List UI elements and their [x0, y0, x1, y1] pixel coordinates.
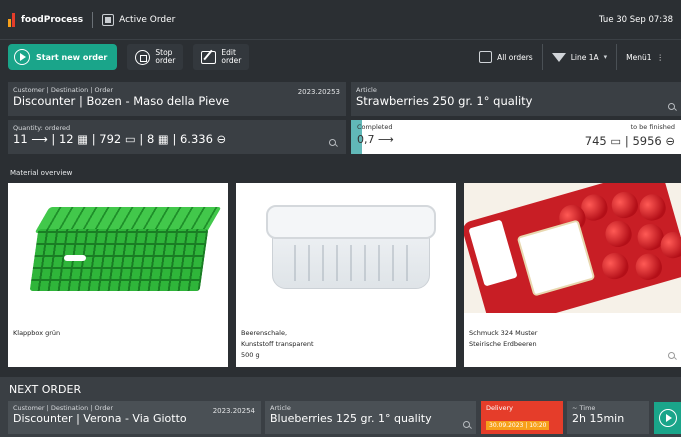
title-bar: foodProcess Active Order Tue 30 Sep 07:3… — [0, 0, 681, 40]
start-next-order-button[interactable] — [654, 402, 681, 434]
strawberry-pack-image — [464, 183, 681, 313]
quantity-panel[interactable]: Quantity: ordered 11 ⟶ | 12 ▦ | 792 ▭ | … — [8, 120, 346, 154]
next-article-panel[interactable]: Article Blueberries 125 gr. 1° quality — [265, 401, 476, 434]
stop-order-button[interactable]: Stop order — [127, 44, 184, 70]
material-caption: Klappbox grün — [13, 328, 60, 339]
article-label: Article — [356, 86, 377, 94]
completed-label: Completed — [357, 123, 393, 131]
more-vertical-icon: ⋮ — [656, 52, 665, 62]
completion-progress: Completed 0,7 ⟶ to be finished 745 ▭ | 5… — [351, 120, 681, 154]
next-time-panel: ~ Time 2h 15min — [567, 401, 649, 434]
zoom-icon[interactable] — [329, 139, 336, 146]
orders-icon — [479, 51, 493, 63]
material-caption-line: Steirische Erdbeeren — [469, 340, 537, 348]
order-icon — [102, 13, 115, 26]
next-customer-panel: Customer | Destination | Order Discounte… — [8, 401, 261, 434]
tray-image — [236, 183, 456, 313]
edit-order-label-2: order — [221, 56, 242, 65]
delivery-label: Delivery — [486, 404, 513, 412]
menu-button[interactable]: Menü1 ⋮ — [616, 44, 673, 70]
material-card[interactable]: Beerenschale, Kunststoff transparent 500… — [236, 183, 456, 367]
material-card[interactable]: Schmuck 324 Muster Steirische Erdbeeren — [464, 183, 681, 367]
app-window: foodProcess Active Order Tue 30 Sep 07:3… — [0, 0, 681, 437]
edit-icon — [201, 50, 217, 64]
article-value: Strawberries 250 gr. 1° quality — [356, 94, 533, 108]
material-caption-line: Beerenschale, — [241, 329, 288, 337]
customer-value: Discounter | Bozen - Maso della Pieve — [13, 94, 230, 108]
quantity-label: Quantity: ordered — [13, 124, 71, 132]
material-caption-line: Kunststoff transparent — [241, 340, 314, 348]
next-order-title: NEXT ORDER — [9, 383, 82, 396]
logo-bars-icon — [8, 12, 15, 27]
zoom-icon[interactable] — [668, 103, 675, 110]
time-value: 2h 15min — [572, 412, 625, 425]
all-orders-label: All orders — [497, 52, 533, 62]
customer-panel: Customer | Destination | Order Discounte… — [8, 82, 346, 116]
filter-icon — [551, 52, 566, 62]
material-overview-title: Material overview — [10, 169, 73, 177]
material-caption: Beerenschale, Kunststoff transparent 500… — [241, 328, 314, 361]
line-select[interactable]: Line 1A ▾ — [541, 44, 616, 70]
next-article-label: Article — [270, 404, 291, 412]
zoom-icon[interactable] — [668, 352, 675, 359]
start-new-order-button[interactable]: Start new order — [8, 44, 118, 70]
menu-label: Menü1 — [626, 52, 652, 62]
crate-image — [8, 183, 228, 313]
play-icon — [659, 409, 677, 427]
screen-title: Active Order — [119, 14, 176, 25]
customer-label: Customer | Destination | Order — [13, 86, 113, 94]
edit-order-button[interactable]: Edit order — [193, 44, 250, 70]
brand-name: foodProcess — [21, 14, 84, 25]
quantity-value: 11 ⟶ | 12 ▦ | 792 ▭ | 8 ▦ | 6.336 ⊖ — [13, 132, 227, 146]
zoom-icon[interactable] — [463, 421, 470, 428]
to-finish-value: 745 ▭ | 5956 ⊖ — [584, 134, 675, 148]
material-caption-line: Schmuck 324 Muster — [469, 329, 538, 337]
to-finish-label: to be finished — [630, 123, 675, 131]
order-number: 2023.20253 — [297, 88, 340, 96]
play-icon — [14, 49, 30, 65]
all-orders-button[interactable]: All orders — [470, 44, 542, 70]
article-panel[interactable]: Article Strawberries 250 gr. 1° quality — [351, 82, 681, 116]
delivery-date-badge: 30.09.2023 | 10:20 — [486, 421, 550, 430]
time-label: ~ Time — [572, 404, 596, 412]
stop-icon — [135, 49, 151, 65]
material-caption: Schmuck 324 Muster Steirische Erdbeeren — [469, 328, 537, 350]
stop-order-label-2: order — [155, 56, 176, 65]
next-order-number: 2023.20254 — [212, 407, 255, 415]
app-logo: foodProcess — [8, 12, 84, 27]
toolbar: Start new order Stop order Edit order Al… — [0, 40, 681, 74]
title-divider — [92, 11, 94, 28]
next-delivery-panel: Delivery 30.09.2023 | 10:20 — [481, 401, 563, 434]
next-article-value: Blueberries 125 gr. 1° quality — [270, 412, 432, 425]
current-datetime: Tue 30 Sep 07:38 — [599, 14, 673, 25]
line-select-label: Line 1A — [570, 52, 599, 62]
material-caption-line: 500 g — [241, 351, 260, 359]
material-card[interactable]: Klappbox grün — [8, 183, 228, 367]
start-new-order-label: Start new order — [36, 52, 108, 62]
toolbar-right-group: All orders Line 1A ▾ Menü1 ⋮ — [470, 44, 673, 70]
chevron-down-icon: ▾ — [603, 53, 608, 61]
material-caption-line: Klappbox grün — [13, 329, 61, 337]
